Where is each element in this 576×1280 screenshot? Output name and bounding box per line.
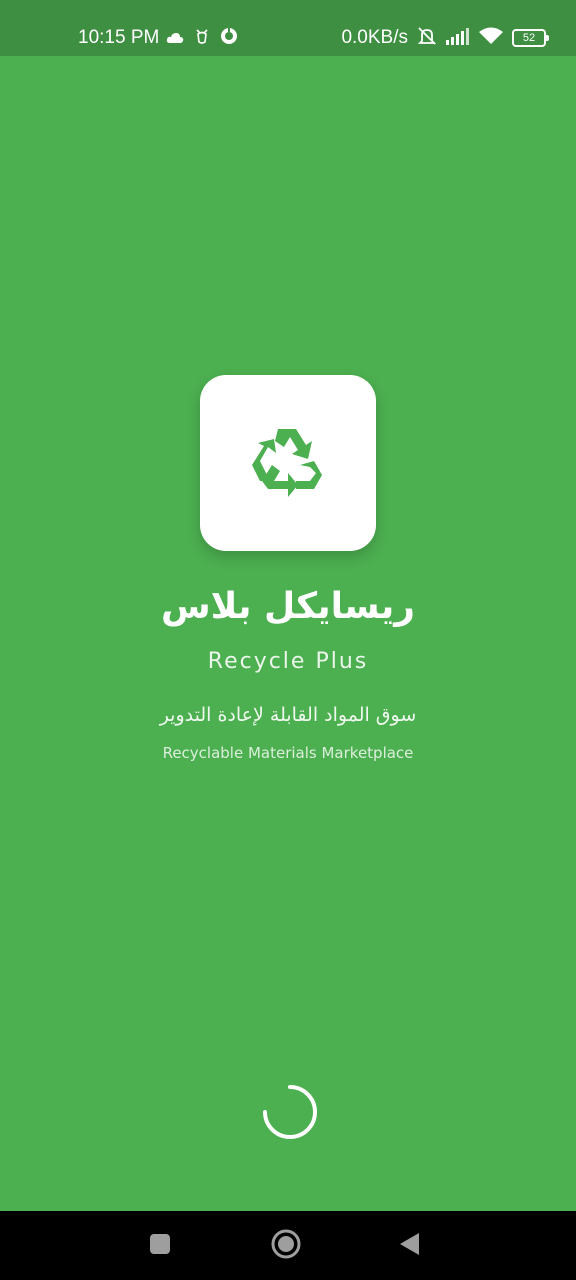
app-title-arabic: ريسايكل بلاس bbox=[160, 586, 416, 627]
home-button[interactable] bbox=[251, 1211, 321, 1280]
status-right: 0.0KB/s 52 bbox=[341, 26, 549, 50]
back-button[interactable] bbox=[375, 1211, 445, 1280]
net-speed: 0.0KB/s bbox=[341, 27, 408, 48]
app-logo-card bbox=[200, 375, 376, 551]
recycle-icon bbox=[248, 421, 328, 505]
app-title-english: Recycle Plus bbox=[207, 649, 369, 674]
status-bar: 10:15 PM 0.0KB/s 52 bbox=[0, 0, 576, 56]
back-triangle-icon bbox=[398, 1232, 422, 1260]
loading-spinner bbox=[261, 1083, 317, 1139]
bell-muted-icon bbox=[417, 26, 437, 50]
cloud-icon bbox=[166, 29, 184, 48]
sync-icon bbox=[220, 27, 238, 49]
status-time: 10:15 PM bbox=[78, 27, 160, 48]
app-subtitle-arabic: سوق المواد القابلة لإعادة التدوير bbox=[159, 704, 417, 726]
recents-button[interactable] bbox=[125, 1211, 195, 1280]
square-icon bbox=[149, 1233, 171, 1259]
app-subtitle-english: Recyclable Materials Marketplace bbox=[162, 744, 414, 762]
battery-indicator: 52 bbox=[512, 29, 549, 47]
wifi-icon bbox=[479, 27, 503, 49]
notification-icons bbox=[166, 26, 238, 50]
circle-icon bbox=[271, 1229, 301, 1263]
system-nav-bar bbox=[0, 1211, 576, 1280]
signal-icon bbox=[446, 27, 470, 49]
bug-icon bbox=[194, 27, 210, 49]
